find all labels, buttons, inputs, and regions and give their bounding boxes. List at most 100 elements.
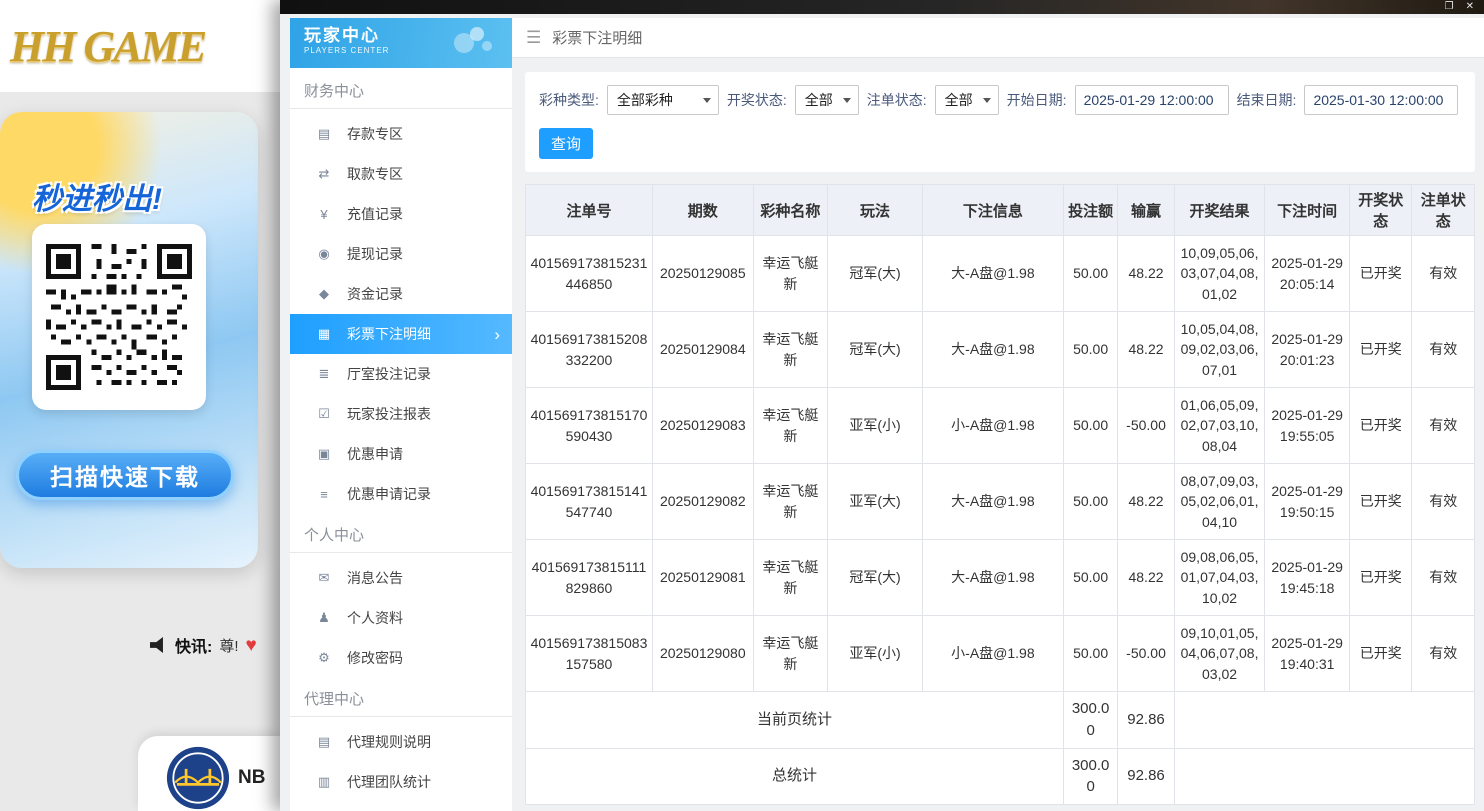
query-button[interactable]: 查询 (539, 128, 593, 159)
players-center-window: ❐ ✕ 玩家中心 PLAYERS CENTER 财务中心 ▤存款专区⇄取款专区 ¥ 充… (280, 0, 1484, 811)
start-date-input[interactable] (1075, 85, 1229, 115)
sidebar: 玩家中心 PLAYERS CENTER 财务中心 ▤存款专区⇄取款专区 ¥ 充值记录 ◉… (290, 18, 512, 811)
site-logo: HH GAME (10, 21, 205, 72)
news-ticker: 快讯: 尊! ♥ (150, 630, 257, 660)
table-cell: 幸运飞艇新 (753, 464, 828, 540)
table-cell: 50.00 (1063, 388, 1117, 464)
chevron-down-icon (983, 98, 991, 103)
main-content: ☰ 彩票下注明细 彩种类型: 全部彩种 开奖状态: (512, 18, 1484, 811)
sidebar-item-change-password[interactable]: ⚙修改密码 (290, 638, 512, 678)
table-cell: 401569173815111829860 (526, 540, 653, 616)
table-cell: 50.00 (1063, 236, 1117, 312)
table-cell: 有效 (1412, 312, 1475, 388)
table-row: 40156917381508315758020250129080幸运飞艇新亚军(… (526, 616, 1475, 692)
sidebar-item-label: 优惠申请记录 (347, 484, 431, 504)
sidebar-item-label: 厅室投注记录 (347, 364, 431, 384)
lottery-type-select[interactable]: 全部彩种 (607, 85, 719, 115)
table-cell: 大-A盘@1.98 (922, 464, 1063, 540)
sidebar-item-promo-apply-records[interactable]: ≡ 优惠申请记录 (290, 474, 512, 514)
sidebar-item-withdraw[interactable]: ⇄取款专区 (290, 154, 512, 194)
table-cell: 2025-01-29 19:40:31 (1265, 616, 1350, 692)
download-button[interactable]: 扫描快速下载 (16, 450, 234, 500)
table-cell: 50.00 (1063, 540, 1117, 616)
table-cell: 20250129085 (652, 236, 753, 312)
summary-win-loss-total: 92.86 (1118, 748, 1174, 805)
table-cell: 401569173815083157580 (526, 616, 653, 692)
content-header: ☰ 彩票下注明细 (512, 18, 1484, 58)
sidebar-item-lottery-bet-details[interactable]: ▦彩票下注明细› (290, 314, 512, 354)
sidebar-item-agent-team-stats[interactable]: ▥代理团队统计 (290, 762, 512, 802)
lottery-type-label: 彩种类型: (539, 90, 599, 110)
sidebar-item-label: 玩家投注报表 (347, 404, 431, 424)
column-header: 开奖结果 (1174, 185, 1265, 236)
table-cell: 幸运飞艇新 (753, 616, 828, 692)
sidebar-header: 玩家中心 PLAYERS CENTER (290, 18, 512, 68)
table-cell: 2025-01-29 20:05:14 (1265, 236, 1350, 312)
team-logo-icon (166, 746, 230, 810)
promo-apply-records-icon: ≡ (316, 487, 332, 502)
sidebar-item-deposit[interactable]: ▤存款专区 (290, 114, 512, 154)
chevron-right-icon: › (494, 326, 500, 343)
promo-slogan: 秒进秒出! (32, 174, 162, 218)
sidebar-item-promo-apply[interactable]: ▣优惠申请 (290, 434, 512, 474)
table-row: 40156917381514154774020250129082幸运飞艇新亚军(… (526, 464, 1475, 540)
qr-code (32, 224, 206, 410)
hall-bet-records-icon: ≣ (316, 366, 332, 382)
summary-label: 总统计 (526, 748, 1064, 805)
table-cell: -50.00 (1118, 616, 1174, 692)
table-cell: 10,05,04,08,09,02,03,06,07,01 (1174, 312, 1265, 388)
summary-bet-total: 300.00 (1063, 692, 1117, 749)
table-cell: 48.22 (1118, 464, 1174, 540)
sidebar-section-title: 财务中心 (290, 70, 512, 109)
partner-text: NB (238, 767, 265, 789)
summary-label: 当前页统计 (526, 692, 1064, 749)
table-cell: 冠军(大) (828, 236, 923, 312)
sidebar-item-hall-bet-records[interactable]: ≣ 厅室投注记录 (290, 354, 512, 394)
background-site: HH GAME 秒进秒出! 扫描快速下 (0, 0, 280, 811)
table-cell: 有效 (1412, 236, 1475, 312)
table-cell: 有效 (1412, 464, 1475, 540)
sidebar-item-agent-rules[interactable]: ▤代理规则说明 (290, 722, 512, 762)
sidebar-item-label: 充值记录 (347, 204, 403, 224)
promo-banner: 秒进秒出! 扫描快速下载 (0, 112, 258, 568)
table-cell: 20250129084 (652, 312, 753, 388)
sidebar-item-recharge-records[interactable]: ¥ 充值记录 (290, 194, 512, 234)
summary-row: 总统计300.0092.86 (526, 748, 1475, 805)
sidebar-section-title: 代理中心 (290, 678, 512, 717)
table-cell: 已开奖 (1349, 236, 1411, 312)
draw-status-label: 开奖状态: (727, 90, 787, 110)
recharge-records-icon: ¥ (316, 207, 332, 222)
table-cell: 小-A盘@1.98 (922, 388, 1063, 464)
summary-empty (1174, 692, 1474, 749)
sidebar-item-withdrawal-records[interactable]: ◉提现记录 (290, 234, 512, 274)
table-header-row: 注单号期数彩种名称玩法下注信息投注额输赢开奖结果下注时间开奖状态注单状态 (526, 185, 1475, 236)
column-header: 注单号 (526, 185, 653, 236)
table-cell: 09,08,06,05,01,07,04,03,10,02 (1174, 540, 1265, 616)
sidebar-item-funds-records[interactable]: ◆资金记录 (290, 274, 512, 314)
sidebar-item-player-bet-report[interactable]: ☑玩家投注报表 (290, 394, 512, 434)
filter-row: 彩种类型: 全部彩种 开奖状态: 全部 注单状态: (539, 85, 1461, 115)
table-cell: 2025-01-29 20:01:23 (1265, 312, 1350, 388)
table-cell: 401569173815231446850 (526, 236, 653, 312)
sidebar-item-profile[interactable]: ♟个人资料 (290, 598, 512, 638)
table-cell: 50.00 (1063, 616, 1117, 692)
start-date-label: 开始日期: (1007, 90, 1067, 110)
bet-status-select[interactable]: 全部 (935, 85, 999, 115)
table-cell: 有效 (1412, 388, 1475, 464)
chevron-down-icon (703, 98, 711, 103)
close-window-icon[interactable]: ✕ (1466, 2, 1474, 12)
draw-status-value: 全部 (805, 90, 833, 110)
table-cell: 401569173815141547740 (526, 464, 653, 540)
table-cell: 幸运飞艇新 (753, 236, 828, 312)
end-date-input[interactable] (1304, 85, 1458, 115)
table-cell: 冠军(大) (828, 540, 923, 616)
table-cell: 幸运飞艇新 (753, 540, 828, 616)
table-body: 40156917381523144685020250129085幸运飞艇新冠军(… (526, 236, 1475, 805)
table-row: 40156917381511182986020250129081幸运飞艇新冠军(… (526, 540, 1475, 616)
hamburger-icon[interactable]: ☰ (526, 28, 541, 48)
restore-window-icon[interactable]: ❐ (1445, 2, 1454, 12)
table-cell: 大-A盘@1.98 (922, 312, 1063, 388)
sidebar-item-announcements[interactable]: ✉消息公告 (290, 558, 512, 598)
speaker-icon (150, 637, 168, 653)
draw-status-select[interactable]: 全部 (795, 85, 859, 115)
